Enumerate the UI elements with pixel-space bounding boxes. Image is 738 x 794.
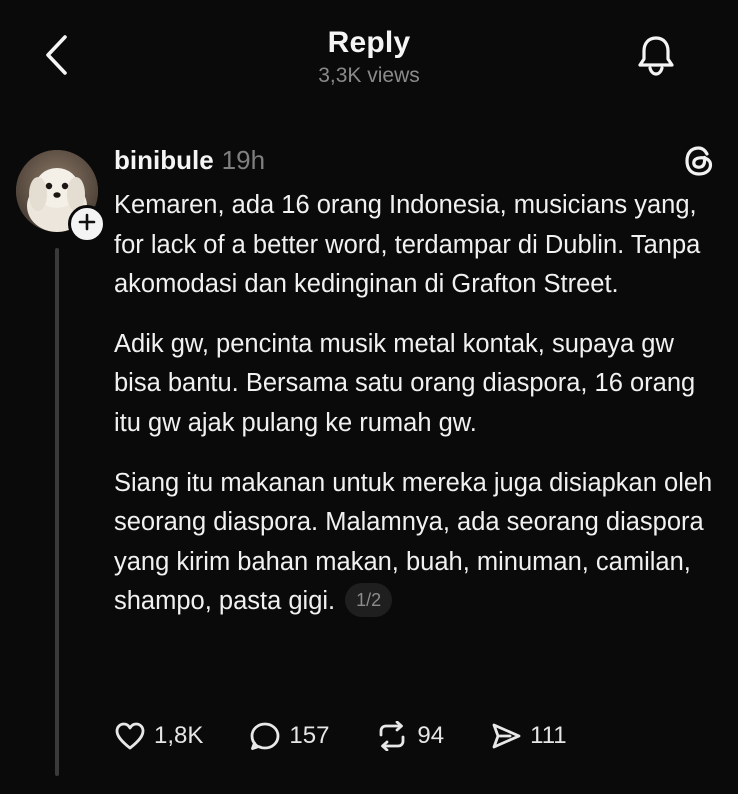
post-paragraph: Adik gw, pencinta musik metal kontak, su… bbox=[114, 329, 696, 437]
repost-count: 94 bbox=[417, 722, 445, 749]
timestamp: 19h bbox=[221, 145, 266, 175]
view-count: 3,3K views bbox=[318, 64, 420, 87]
threads-logo-icon bbox=[682, 144, 716, 178]
follow-button[interactable] bbox=[68, 205, 106, 243]
like-count: 1,8K bbox=[154, 722, 204, 749]
post-paragraph: Siang itu makanan untuk mereka juga disi… bbox=[114, 464, 714, 622]
bell-icon bbox=[637, 34, 675, 81]
comment-count: 157 bbox=[289, 722, 330, 749]
username[interactable]: binibule bbox=[114, 142, 214, 178]
notification-button[interactable] bbox=[634, 34, 678, 80]
send-icon bbox=[490, 721, 522, 751]
action-bar: 1,8K 157 94 111 bbox=[114, 716, 613, 756]
thread-line bbox=[55, 248, 59, 776]
post-paragraph: Kemaren, ada 16 orang Indonesia, musicia… bbox=[114, 191, 701, 299]
avatar-container bbox=[16, 150, 106, 243]
comment-button[interactable]: 157 bbox=[249, 721, 329, 751]
repost-button[interactable]: 94 bbox=[375, 721, 444, 751]
comment-bubble-icon bbox=[249, 721, 281, 751]
share-count: 111 bbox=[530, 722, 567, 749]
page-title: Reply bbox=[327, 26, 411, 59]
post-paragraph-text: Siang itu makanan untuk mereka juga disi… bbox=[114, 468, 713, 616]
post-body: Kemaren, ada 16 orang Indonesia, musicia… bbox=[114, 186, 714, 622]
share-button[interactable]: 111 bbox=[490, 721, 567, 751]
heart-icon bbox=[114, 721, 146, 751]
like-button[interactable]: 1,8K bbox=[114, 721, 203, 751]
reply-screen: Reply 3,3K views binibule 19h Kemaren, a… bbox=[0, 0, 738, 794]
repost-icon bbox=[375, 721, 409, 751]
post-header: binibule 19h bbox=[114, 142, 265, 178]
plus-icon bbox=[78, 213, 96, 236]
page-indicator: 1/2 bbox=[345, 582, 393, 617]
